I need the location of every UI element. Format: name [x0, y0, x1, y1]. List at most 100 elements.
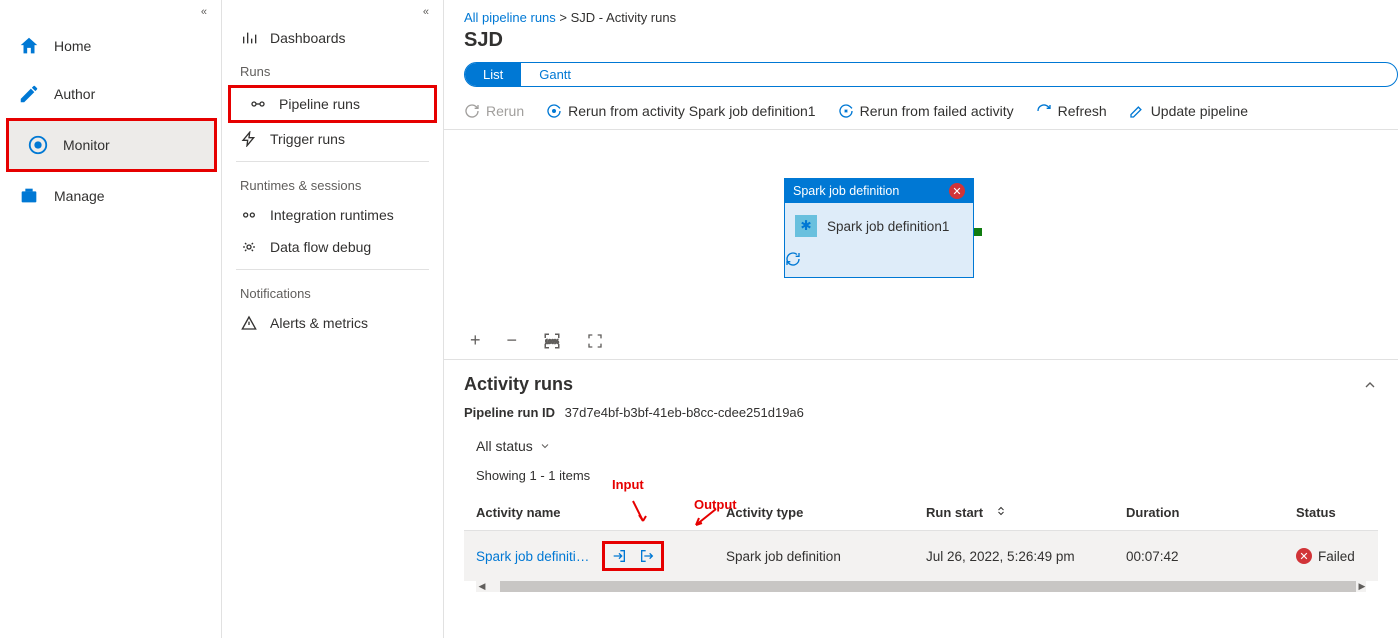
rerun-from-button[interactable]: Rerun from activity Spark job definition…	[546, 103, 815, 119]
nav-manage[interactable]: Manage	[0, 172, 221, 220]
refresh-button[interactable]: Refresh	[1036, 103, 1107, 119]
col-run-start[interactable]: Run start	[926, 505, 1126, 520]
cell-duration: 00:07:42	[1126, 549, 1296, 564]
table-header-row: Activity name Activity type Run start Du…	[464, 495, 1378, 531]
rerun-failed-icon	[838, 103, 854, 119]
run-id-label: Pipeline run ID	[464, 405, 555, 420]
failed-icon: ✕	[1296, 548, 1312, 564]
activity-card[interactable]: Spark job definition ✕ ✱ Spark job defin…	[784, 178, 974, 278]
primary-sidebar: « Home Author Monitor Manage	[0, 0, 222, 638]
nav-pipeline-runs[interactable]: Pipeline runs	[231, 88, 434, 120]
nav-alerts-metrics[interactable]: Alerts & metrics	[222, 307, 443, 339]
breadcrumb: All pipeline runs > SJD - Activity runs	[444, 0, 1398, 29]
btn-label: Rerun from failed activity	[860, 103, 1014, 119]
btn-label: Update pipeline	[1151, 103, 1248, 119]
rerun-button[interactable]: Rerun	[464, 103, 524, 119]
main-content: All pipeline runs > SJD - Activity runs …	[444, 0, 1398, 638]
collapse-secondary-icon[interactable]: «	[423, 6, 443, 22]
scroll-left-icon[interactable]: ◀	[476, 581, 488, 592]
activity-runs-section: Activity runs Pipeline run ID 37d7e4bf-b…	[444, 360, 1398, 638]
btn-label: Refresh	[1058, 103, 1107, 119]
zoom-out-icon[interactable]: −	[507, 330, 518, 351]
nav-integration-runtimes[interactable]: Integration runtimes	[222, 199, 443, 231]
io-icons-group	[602, 541, 664, 571]
table-row: Spark job definitio… Spark job definitio…	[464, 531, 1378, 581]
manage-icon	[18, 185, 40, 207]
nav-label: Pipeline runs	[279, 96, 360, 112]
nav-label: Monitor	[63, 137, 110, 153]
scrollbar-thumb[interactable]	[500, 581, 1356, 592]
divider	[236, 269, 429, 270]
run-id-value: 37d7e4bf-b3bf-41eb-b8cc-cdee251d19a6	[565, 405, 804, 420]
nav-home[interactable]: Home	[0, 22, 221, 70]
update-pipeline-button[interactable]: Update pipeline	[1129, 103, 1248, 119]
activity-name-link[interactable]: Spark job definitio…	[476, 549, 594, 564]
section-runtimes-header: Runtimes & sessions	[222, 168, 443, 199]
cell-activity-type: Spark job definition	[726, 549, 926, 564]
view-gantt-button[interactable]: Gantt	[521, 63, 589, 86]
rerun-icon	[464, 103, 480, 119]
nav-trigger-runs[interactable]: Trigger runs	[222, 123, 443, 155]
input-icon[interactable]	[611, 548, 627, 564]
close-icon[interactable]: ✕	[949, 183, 965, 199]
col-status[interactable]: Status	[1296, 505, 1398, 520]
collapse-section-icon[interactable]	[1362, 377, 1378, 393]
pencil-icon	[18, 83, 40, 105]
nav-label: Dashboards	[270, 30, 346, 46]
trigger-runs-icon	[240, 131, 258, 147]
nav-label: Trigger runs	[270, 131, 345, 147]
nav-author[interactable]: Author	[0, 70, 221, 118]
status-filter-dropdown[interactable]: All status	[464, 430, 1378, 462]
col-run-start-label: Run start	[926, 505, 983, 520]
scroll-right-icon[interactable]: ▶	[1356, 581, 1368, 592]
section-notifications-header: Notifications	[222, 276, 443, 307]
activity-card-body: ✱ Spark job definition1	[785, 203, 973, 243]
col-activity-type[interactable]: Activity type	[726, 505, 926, 520]
alerts-icon	[240, 315, 258, 331]
zoom-in-icon[interactable]: +	[470, 330, 481, 351]
cell-run-start: Jul 26, 2022, 5:26:49 pm	[926, 549, 1126, 564]
monitor-icon	[27, 134, 49, 156]
activity-name-cell: Spark job definitio…	[476, 541, 726, 571]
nav-label: Manage	[54, 188, 105, 204]
fullscreen-icon[interactable]	[587, 333, 603, 349]
btn-label: Rerun	[486, 103, 524, 119]
nav-dataflow-debug[interactable]: Data flow debug	[222, 231, 443, 263]
status-filter-label: All status	[476, 438, 533, 454]
col-activity-name[interactable]: Activity name	[476, 505, 726, 520]
activity-card-footer	[785, 243, 973, 277]
activity-card-header: Spark job definition ✕	[785, 179, 973, 203]
edit-icon	[1129, 103, 1145, 119]
sync-icon[interactable]	[785, 251, 973, 267]
item-count: Showing 1 - 1 items	[464, 462, 1378, 489]
chevron-down-icon	[539, 440, 551, 452]
integration-runtimes-icon	[240, 207, 258, 223]
sort-icon[interactable]	[995, 505, 1007, 517]
section-runs-header: Runs	[222, 54, 443, 85]
rerun-from-icon	[546, 103, 562, 119]
svg-text:100%: 100%	[545, 339, 559, 345]
collapse-sidebar-icon[interactable]: «	[201, 6, 221, 22]
cell-status: ✕ Failed	[1296, 548, 1398, 564]
pipeline-runs-icon	[249, 96, 267, 112]
output-icon[interactable]	[639, 548, 655, 564]
col-duration[interactable]: Duration	[1126, 505, 1296, 520]
zoom-fit-icon[interactable]: 100%	[543, 332, 561, 350]
view-list-button[interactable]: List	[465, 63, 521, 86]
horizontal-scrollbar[interactable]: ◀ ▶	[476, 581, 1366, 592]
activity-connector[interactable]	[974, 228, 982, 236]
divider	[236, 161, 429, 162]
view-toggle: List Gantt	[464, 62, 1398, 87]
breadcrumb-current: SJD - Activity runs	[571, 10, 676, 25]
btn-label: Rerun from activity Spark job definition…	[568, 103, 815, 119]
home-icon	[18, 35, 40, 57]
nav-dashboards[interactable]: Dashboards	[222, 22, 443, 54]
pipeline-canvas[interactable]: Spark job definition ✕ ✱ Spark job defin…	[444, 130, 1398, 360]
nav-monitor[interactable]: Monitor	[9, 121, 214, 169]
run-id-row: Pipeline run ID 37d7e4bf-b3bf-41eb-b8cc-…	[464, 395, 1378, 430]
page-title: SJD	[444, 29, 1398, 62]
toolbar: Rerun Rerun from activity Spark job defi…	[444, 97, 1398, 130]
nav-label: Author	[54, 86, 95, 102]
breadcrumb-root-link[interactable]: All pipeline runs	[464, 10, 556, 25]
rerun-failed-button[interactable]: Rerun from failed activity	[838, 103, 1014, 119]
